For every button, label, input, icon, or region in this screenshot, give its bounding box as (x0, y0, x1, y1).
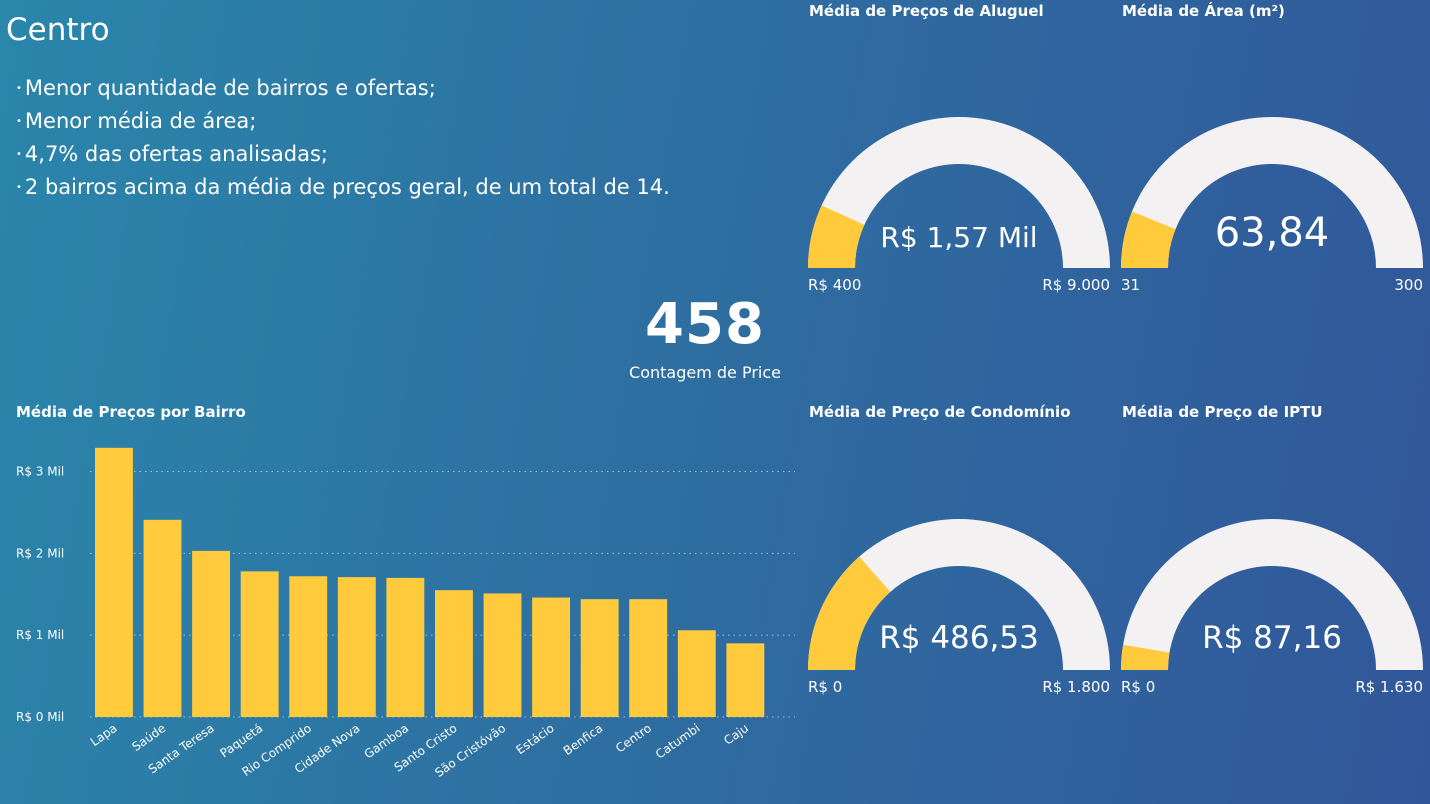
bar[interactable] (240, 571, 279, 717)
bar-chart-title: Média de Preços por Bairro (16, 403, 246, 421)
bar[interactable] (95, 447, 133, 717)
x-tick-label: Caju (721, 721, 751, 748)
x-tick-label: Centro (613, 721, 654, 755)
gauge-value-label: R$ 486,53 (879, 620, 1039, 656)
bar[interactable] (483, 593, 522, 717)
bar[interactable] (532, 597, 571, 717)
bar[interactable] (337, 577, 376, 717)
kpi-card-value[interactable]: 458 (620, 292, 790, 357)
bar[interactable] (386, 577, 425, 717)
summary-bullet-list: • Menor quantidade de bairros e ofertas; … (16, 72, 670, 204)
gauge-min-label: R$ 0 (808, 678, 843, 696)
x-tick-label: Benfica (561, 721, 606, 758)
bullet-text: 2 bairros acima da média de preços geral… (24, 175, 670, 199)
bullet-text: Menor média de área; (24, 109, 257, 133)
bullet-dot-icon: • (16, 149, 22, 160)
gauge-value-label: R$ 1,57 Mil (880, 221, 1038, 254)
bar[interactable] (435, 590, 473, 717)
x-tick-label: Estácio (513, 721, 556, 757)
gauge-max-label: R$ 1.800 (1042, 678, 1110, 696)
gauge-title: Média de Área (m²) (1122, 2, 1285, 20)
bullet-dot-icon: • (16, 83, 22, 94)
bullet-text: Menor quantidade de bairros e ofertas; (24, 76, 436, 100)
bar[interactable] (143, 519, 182, 717)
gauge-min-label: 31 (1121, 276, 1141, 294)
bullet-dot-icon: • (16, 182, 22, 193)
gauge-title: Média de Preço de Condomínio (809, 403, 1071, 421)
bullet-text: 4,7% das ofertas analisadas; (24, 142, 329, 166)
x-tick-label: Lapa (88, 721, 120, 749)
bar[interactable] (726, 643, 765, 717)
gauge-value-label: 63,84 (1214, 210, 1330, 256)
bar[interactable] (677, 630, 716, 717)
gauge-max-label: 300 (1394, 276, 1423, 294)
gauge-min-label: R$ 400 (808, 276, 862, 294)
gauge-max-label: R$ 9.000 (1042, 276, 1110, 294)
y-tick-label: R$ 1 Mil (16, 628, 64, 642)
y-tick-label: R$ 3 Mil (16, 465, 64, 479)
bar[interactable] (192, 550, 231, 717)
bullet-item: • Menor média de área; (16, 105, 670, 138)
bar[interactable] (580, 599, 619, 717)
x-tick-label: Catumbi (653, 721, 703, 762)
gauge-value-label: R$ 87,16 (1202, 620, 1342, 656)
gauge-min-label: R$ 0 (1121, 678, 1156, 696)
page-title: Centro (6, 12, 110, 48)
gauge-max-label: R$ 1.630 (1355, 678, 1423, 696)
gauge-title: Média de Preços de Aluguel (809, 2, 1044, 20)
y-tick-label: R$ 0 Mil (16, 710, 64, 724)
bar[interactable] (289, 576, 328, 717)
gauge-title: Média de Preço de IPTU (1122, 403, 1323, 421)
y-tick-label: R$ 2 Mil (16, 546, 64, 560)
kpi-card-label: Contagem de Price (629, 363, 781, 382)
bullet-dot-icon: • (16, 116, 22, 127)
bar-chart[interactable]: R$ 0 Mil R$ 1 Mil R$ 2 Mil R$ 3 Mil Lapa Saúd… (0, 430, 800, 804)
x-tick-label: Saúde (129, 721, 168, 754)
bullet-item: • 4,7% das ofertas analisadas; (16, 138, 670, 171)
bullet-item: • 2 bairros acima da média de preços gera… (16, 171, 670, 204)
bullet-item: • Menor quantidade de bairros e ofertas; (16, 72, 670, 105)
bar[interactable] (629, 599, 668, 717)
